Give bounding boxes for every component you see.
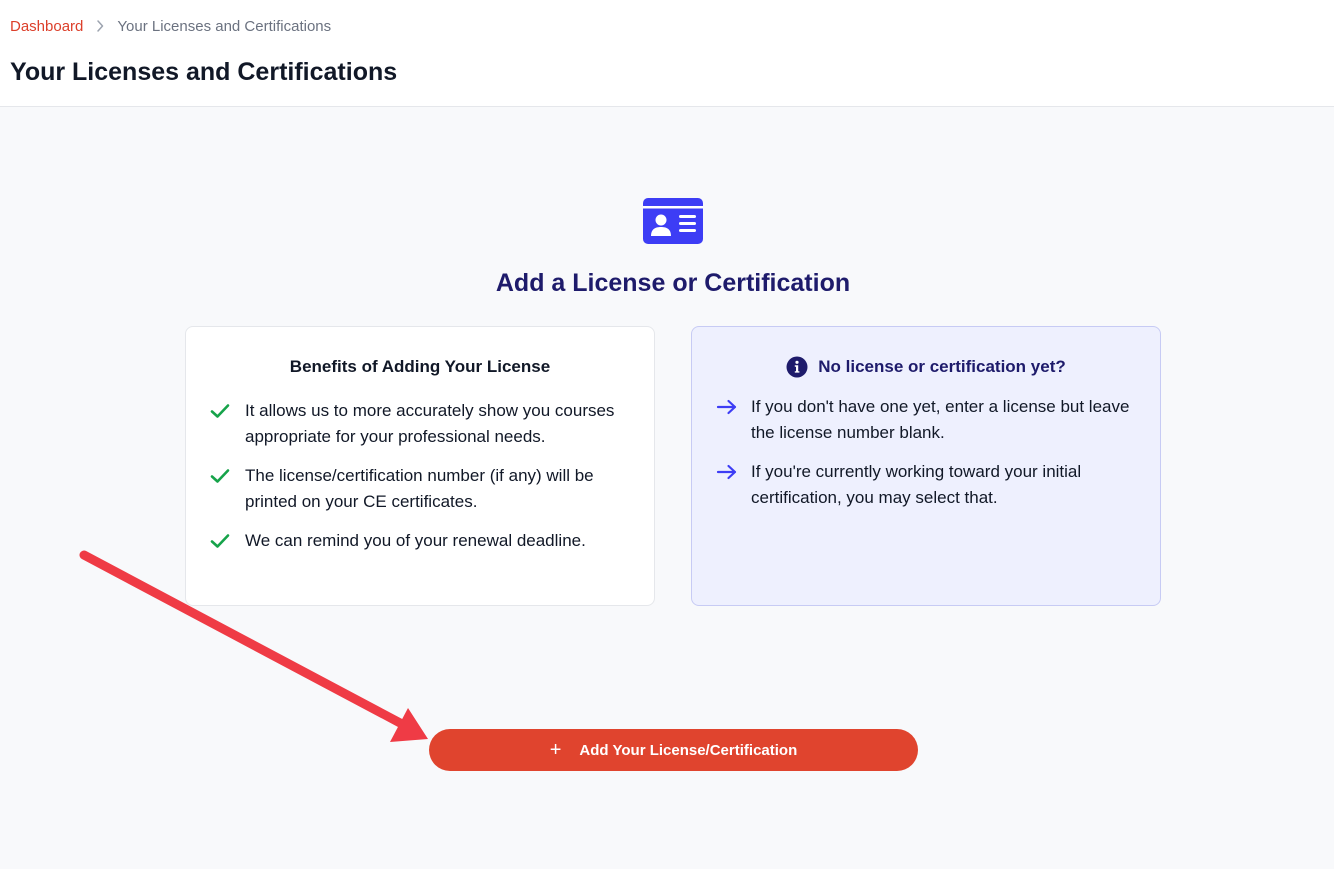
chevron-right-icon xyxy=(83,20,117,32)
check-icon xyxy=(210,398,245,424)
benefit-text: It allows us to more accurately show you… xyxy=(245,401,615,446)
no-license-info-card: No license or certification yet? If you … xyxy=(691,326,1161,606)
info-text: If you're currently working toward your … xyxy=(751,462,1082,507)
benefits-card-title-text: Benefits of Adding Your License xyxy=(289,357,551,376)
list-item: The license/certification number (if any… xyxy=(210,463,634,515)
info-list: If you don't have one yet, enter a licen… xyxy=(716,394,1140,524)
benefit-text: We can remind you of your renewal deadli… xyxy=(245,531,586,550)
list-item: If you don't have one yet, enter a licen… xyxy=(716,394,1140,446)
benefit-text: The license/certification number (if any… xyxy=(245,466,594,511)
info-circle-icon xyxy=(786,356,808,378)
add-license-button-label: Add Your License/Certification xyxy=(579,741,798,759)
benefits-card: Benefits of Adding Your License It allow… xyxy=(185,326,655,606)
info-text: If you don't have one yet, enter a licen… xyxy=(751,397,1130,442)
arrow-right-icon xyxy=(716,394,751,420)
benefits-card-title: Benefits of Adding Your License xyxy=(186,355,654,379)
arrow-right-icon xyxy=(716,459,751,485)
breadcrumb-dashboard-link[interactable]: Dashboard xyxy=(10,18,83,35)
list-item: We can remind you of your renewal deadli… xyxy=(210,528,634,554)
info-card-title: No license or certification yet? xyxy=(692,355,1160,379)
list-item: It allows us to more accurately show you… xyxy=(210,398,634,450)
breadcrumb-current: Your Licenses and Certifications xyxy=(117,17,332,35)
page-title: Your Licenses and Certifications xyxy=(10,58,398,86)
list-item: If you're currently working toward your … xyxy=(716,459,1140,511)
benefits-list: It allows us to more accurately show you… xyxy=(210,398,634,567)
add-license-heading: Add a License or Certification xyxy=(495,269,851,297)
page-header: Dashboard Your Licenses and Certificatio… xyxy=(0,0,1334,107)
id-card-icon xyxy=(643,198,703,244)
check-icon xyxy=(210,463,245,489)
breadcrumb: Dashboard Your Licenses and Certificatio… xyxy=(10,16,331,36)
check-icon xyxy=(210,528,245,554)
plus-icon: + xyxy=(549,739,562,761)
add-license-button[interactable]: + Add Your License/Certification xyxy=(429,729,918,771)
info-card-title-text: No license or certification yet? xyxy=(818,357,1066,376)
